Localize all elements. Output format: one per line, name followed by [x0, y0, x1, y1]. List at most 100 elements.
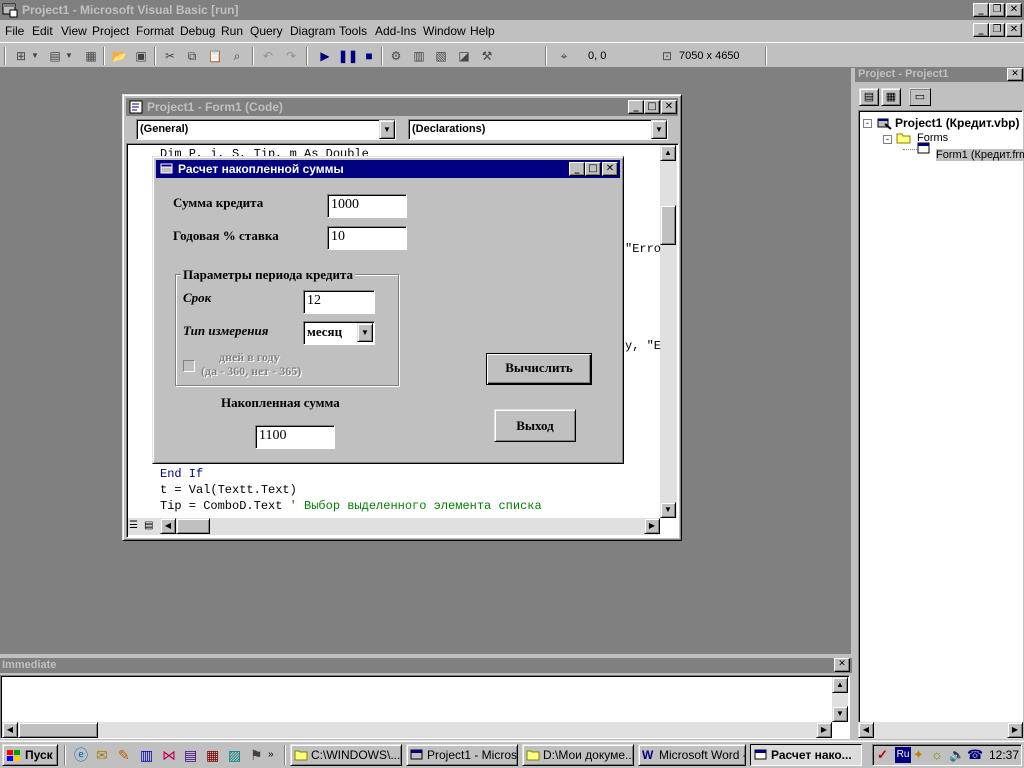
menu-diagram[interactable]: Diagram [290, 24, 335, 38]
object-browser-icon[interactable]: ◪ [455, 47, 473, 65]
project-explorer-icon[interactable]: ⚙ [387, 47, 405, 65]
scroll-up-icon[interactable]: ▲ [832, 677, 848, 693]
menu-view[interactable]: View [61, 24, 87, 38]
child-restore-button[interactable]: ❐ [989, 23, 1005, 37]
scroll-right-icon[interactable]: ▶ [644, 518, 660, 534]
properties-icon[interactable]: ▥ [410, 47, 428, 65]
menu-format[interactable]: Format [136, 24, 174, 38]
code-close-button[interactable]: ✕ [661, 100, 677, 114]
full-module-view-icon[interactable]: ▤ [144, 519, 158, 533]
collapse-icon[interactable]: - [883, 135, 892, 144]
ie-icon[interactable]: ⓔ [74, 747, 90, 763]
object-combo[interactable]: (General) ▼ [136, 119, 396, 140]
copy-icon[interactable]: ⧉ [183, 47, 201, 65]
menu-file[interactable]: File [5, 24, 24, 38]
task-my-documents[interactable]: D:\Мои докуме... [522, 744, 634, 766]
task-windows-folder[interactable]: C:\WINDOWS\... [290, 744, 402, 766]
dropdown-arrow-icon[interactable]: ▼ [64, 47, 74, 65]
term-input[interactable]: 12 [303, 290, 375, 314]
menu-query[interactable]: Query [250, 24, 283, 38]
scroll-left-icon[interactable]: ◀ [858, 722, 874, 738]
menu-tools[interactable]: Tools [339, 24, 367, 38]
project-node[interactable]: Project1 (Кредит.vbp) [895, 116, 1020, 130]
volume-icon[interactable]: 🔈 [949, 747, 965, 763]
hscroll-thumb[interactable] [176, 518, 210, 534]
loan-amount-input[interactable]: 1000 [327, 194, 407, 218]
scroll-thumb[interactable] [660, 205, 676, 245]
scroll-left-icon[interactable]: ◀ [2, 722, 18, 738]
quick-launch-icon[interactable]: ⚑ [250, 747, 266, 763]
chevron-down-icon[interactable]: ▼ [651, 120, 667, 139]
quick-launch-icon[interactable]: ▥ [140, 747, 156, 763]
toggle-folders-button[interactable]: ▭ [909, 88, 931, 106]
tray-icon[interactable]: ☼ [931, 747, 947, 763]
save-icon[interactable]: ▣ [132, 47, 150, 65]
procedure-view-icon[interactable]: ☰ [129, 519, 143, 533]
scroll-left-icon[interactable]: ◀ [160, 518, 176, 534]
menu-debug[interactable]: Debug [180, 24, 215, 38]
find-icon[interactable]: ⌕ [228, 47, 246, 65]
quick-launch-icon[interactable]: ⋈ [162, 747, 178, 763]
days-in-year-checkbox[interactable] [183, 360, 195, 372]
child-close-button[interactable]: ✕ [1006, 23, 1022, 37]
annual-rate-input[interactable]: 10 [327, 226, 407, 250]
restore-button[interactable]: ❐ [989, 3, 1005, 17]
project-hscrollbar[interactable]: ◀ ▶ [858, 722, 1023, 739]
redo-icon[interactable]: ↷ [282, 47, 300, 65]
child-minimize-button[interactable]: _ [973, 23, 989, 37]
minimize-button[interactable]: _ [973, 3, 989, 17]
task-word[interactable]: W Microsoft Word -... [638, 744, 746, 766]
menu-edit[interactable]: Edit [32, 24, 53, 38]
code-minimize-button[interactable]: _ [628, 100, 644, 114]
view-object-button[interactable]: ▦ [881, 88, 901, 106]
menu-addins[interactable]: Add-Ins [375, 24, 416, 38]
start-icon[interactable]: ▶ [316, 47, 334, 65]
code-maximize-button[interactable]: □ [644, 100, 660, 114]
more-icon[interactable]: » [268, 747, 284, 763]
form-minimize-button[interactable]: _ [569, 162, 585, 176]
undo-icon[interactable]: ↶ [259, 47, 277, 65]
break-icon[interactable]: ❚❚ [338, 47, 358, 65]
code-hscrollbar[interactable]: ☰ ▤ ◀ ▶ [128, 518, 660, 535]
project-tree[interactable]: - Project1 (Кредит.vbp) - Forms Form1 (К… [858, 110, 1024, 739]
form-close-button[interactable]: ✕ [602, 162, 618, 176]
view-code-button[interactable]: ▤ [859, 88, 879, 106]
cut-icon[interactable]: ✂ [161, 47, 179, 65]
immediate-vscrollbar[interactable]: ▲ ▼ [832, 677, 848, 722]
unit-type-combo[interactable]: месяц ▼ [303, 321, 375, 345]
quick-launch-icon[interactable]: ▦ [206, 747, 222, 763]
add-project-icon[interactable]: ⊞ [12, 47, 30, 65]
calculate-button[interactable]: Вычислить [486, 353, 592, 385]
form-layout-icon[interactable]: ▧ [432, 47, 450, 65]
project-explorer-close-button[interactable]: ✕ [1007, 68, 1023, 81]
language-indicator[interactable]: Ru [895, 747, 911, 763]
dropdown-arrow-icon[interactable]: ▼ [30, 47, 40, 65]
scroll-down-icon[interactable]: ▼ [832, 706, 848, 722]
exit-button[interactable]: Выход [494, 409, 576, 442]
tray-icon[interactable]: ✓ [877, 747, 893, 763]
task-loan-form[interactable]: Расчет нако... [750, 744, 862, 766]
start-button[interactable]: Пуск [2, 744, 58, 766]
scroll-down-icon[interactable]: ▼ [660, 502, 676, 518]
menu-help[interactable]: Help [470, 24, 495, 38]
tray-icon[interactable]: ☎ [967, 747, 983, 763]
quick-launch-icon[interactable]: ✎ [118, 747, 134, 763]
end-icon[interactable]: ■ [360, 47, 378, 65]
quick-launch-icon[interactable]: ▤ [184, 747, 200, 763]
procedure-combo[interactable]: (Declarations) ▼ [408, 119, 668, 140]
scroll-up-icon[interactable]: ▲ [660, 145, 676, 161]
form-maximize-button[interactable]: □ [585, 162, 601, 176]
tray-icon[interactable]: ✦ [913, 747, 929, 763]
immediate-close-button[interactable]: ✕ [834, 658, 850, 672]
menu-window[interactable]: Window [423, 24, 466, 38]
scroll-right-icon[interactable]: ▶ [816, 722, 832, 738]
chevron-down-icon[interactable]: ▼ [379, 120, 395, 139]
code-vscrollbar[interactable]: ▲ ▼ [660, 145, 677, 518]
paste-icon[interactable]: 📋 [206, 47, 224, 65]
add-form-icon[interactable]: ▤ [46, 47, 64, 65]
collapse-icon[interactable]: - [863, 119, 872, 128]
toolbox-icon[interactable]: ⚒ [478, 47, 496, 65]
open-icon[interactable]: 📂 [110, 47, 128, 65]
hscroll-thumb[interactable] [18, 722, 98, 738]
menu-run[interactable]: Run [221, 24, 243, 38]
